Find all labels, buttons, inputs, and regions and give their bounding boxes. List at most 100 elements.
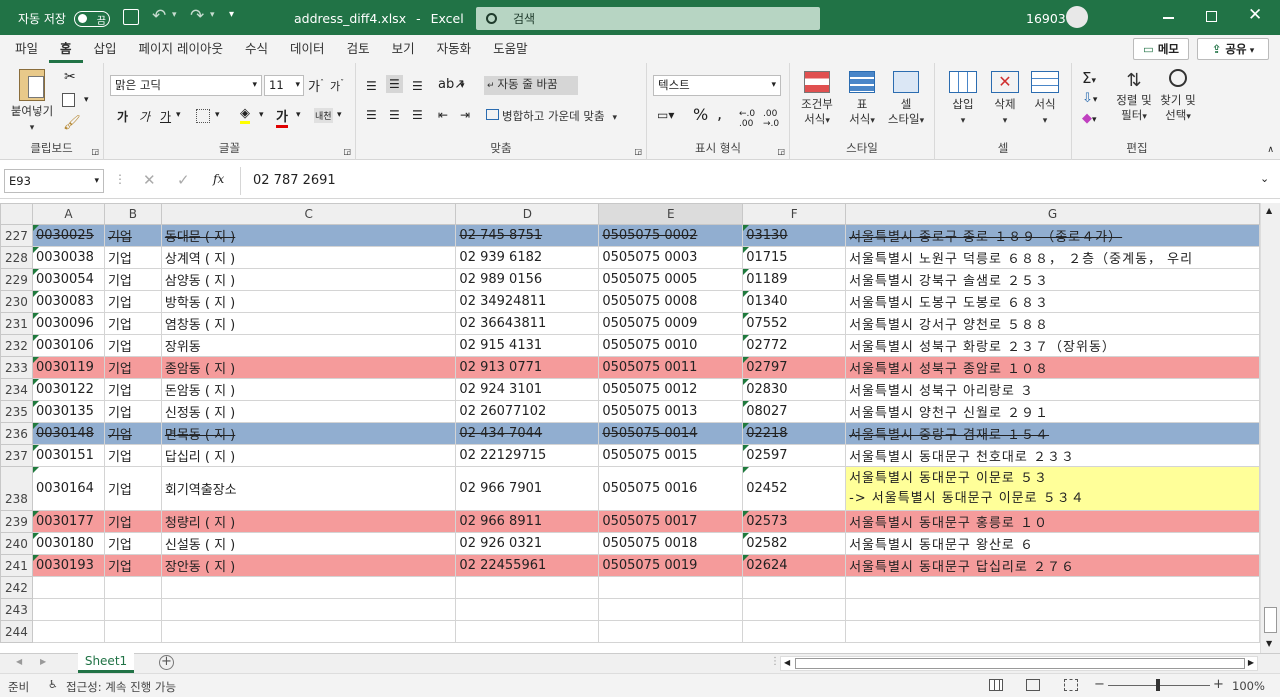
avatar[interactable] xyxy=(1066,6,1088,28)
cell[interactable] xyxy=(31,620,105,643)
font-color-icon[interactable]: 가 xyxy=(276,106,288,128)
cell[interactable]: 서울특별시 성북구 아리랑로 ３ xyxy=(845,378,1260,401)
cell[interactable]: 서울특별시 노원구 덕릉로 ６８８， ２층（중계동， 우리 xyxy=(845,246,1260,269)
cell[interactable] xyxy=(160,576,457,599)
horizontal-scrollbar[interactable]: ◀ ▶ xyxy=(780,656,1258,671)
cell[interactable] xyxy=(742,598,847,621)
cell[interactable] xyxy=(845,598,1260,621)
tab-automate[interactable]: 자동화 xyxy=(426,35,483,63)
cancel-icon[interactable]: ✕ xyxy=(143,171,156,189)
cell[interactable]: 0030151 xyxy=(31,444,105,467)
cell[interactable]: 02218 xyxy=(742,422,847,445)
cell[interactable]: 서울특별시 성북구 화랑로 ２３７（장위동） xyxy=(845,334,1260,357)
cell[interactable]: 01340 xyxy=(742,290,847,313)
paste-button[interactable]: 붙여넣기 ▾ xyxy=(8,69,56,136)
tab-formulas[interactable]: 수식 xyxy=(234,35,279,63)
format-painter-icon[interactable]: 🖌 xyxy=(63,115,81,131)
cell[interactable]: 02 434 7044 xyxy=(455,422,600,445)
cell[interactable] xyxy=(103,576,162,599)
zoom-slider-thumb[interactable] xyxy=(1156,679,1160,691)
cell[interactable]: 염창동 ( 지 ) xyxy=(160,312,457,335)
increase-decimal-icon[interactable]: ←.0.00 xyxy=(739,109,755,129)
vertical-scrollbar[interactable]: ▲ ▼ xyxy=(1260,203,1280,653)
cell[interactable]: 기업 xyxy=(103,510,162,533)
cell[interactable]: 0030106 xyxy=(31,334,105,357)
tab-insert[interactable]: 삽입 xyxy=(83,35,128,63)
insert-function-icon[interactable]: fx xyxy=(213,172,224,186)
cell[interactable] xyxy=(845,576,1260,599)
column-header-b[interactable]: B xyxy=(103,203,162,225)
cell[interactable]: 02830 xyxy=(742,378,847,401)
expand-formula-icon[interactable]: ⌄ xyxy=(1260,172,1269,185)
cell[interactable]: 02 924 3101 xyxy=(455,378,600,401)
scroll-down-icon[interactable]: ▼ xyxy=(1266,639,1272,648)
cell[interactable] xyxy=(455,598,600,621)
merge-center-button[interactable]: 병합하고 가운데 맞춤 ▾ xyxy=(486,109,636,126)
add-sheet-icon[interactable]: + xyxy=(159,655,174,670)
row-header[interactable]: 243 xyxy=(0,598,33,621)
cell[interactable]: 기업 xyxy=(103,466,162,511)
row-header[interactable]: 227 xyxy=(0,224,33,247)
cell[interactable] xyxy=(103,620,162,643)
cell[interactable]: 0505075 0016 xyxy=(598,466,744,511)
scroll-thumb[interactable] xyxy=(1264,607,1277,633)
cell[interactable] xyxy=(598,598,744,621)
cell[interactable] xyxy=(160,620,457,643)
zoom-level[interactable]: 100% xyxy=(1232,679,1265,693)
fill-color-icon[interactable]: ◈ xyxy=(240,106,250,124)
row-header[interactable]: 231 xyxy=(0,312,33,335)
cell[interactable]: 02 939 6182 xyxy=(455,246,600,269)
border-icon[interactable] xyxy=(196,109,210,123)
cell[interactable]: 회기역출장소 xyxy=(160,466,457,511)
cell[interactable]: 02 915 4131 xyxy=(455,334,600,357)
cell[interactable]: 서울특별시 동대문구 홍릉로 １０ xyxy=(845,510,1260,533)
decrease-font-icon[interactable]: 가ˇ xyxy=(330,78,344,94)
row-header[interactable]: 229 xyxy=(0,268,33,291)
cell-table[interactable]: A B C D E F G 227 0030025 기업 동대문 ( 지 ) 02 74… xyxy=(0,203,1260,643)
cell[interactable]: 기업 xyxy=(103,422,162,445)
cell[interactable]: 장안동 ( 지 ) xyxy=(160,554,457,577)
cell[interactable]: 0030177 xyxy=(31,510,105,533)
cell[interactable]: 0505075 0015 xyxy=(598,444,744,467)
cell[interactable]: 동대문 ( 지 ) xyxy=(160,224,457,247)
cell[interactable]: 답십리 ( 지 ) xyxy=(160,444,457,467)
sort-filter-button[interactable]: ⇅ 정렬 및 필터▾ xyxy=(1112,69,1156,125)
row-header[interactable]: 237 xyxy=(0,444,33,467)
collapse-ribbon-icon[interactable]: ∧ xyxy=(1267,145,1274,155)
copy-icon[interactable] xyxy=(62,93,75,107)
tab-file[interactable]: 파일 xyxy=(4,35,49,63)
row-header[interactable]: 239 xyxy=(0,510,33,533)
row-header[interactable]: 232 xyxy=(0,334,33,357)
cell[interactable]: 02 36643811 xyxy=(455,312,600,335)
row-header[interactable]: 228 xyxy=(0,246,33,269)
font-name-select[interactable]: 맑은 고딕 ▾ xyxy=(110,75,262,96)
cell[interactable]: 서울특별시 도봉구 도봉로 ６８３ xyxy=(845,290,1260,313)
cell[interactable]: 0030025 xyxy=(31,224,105,247)
cell[interactable]: 기업 xyxy=(103,554,162,577)
zoom-out-icon[interactable]: − xyxy=(1094,677,1105,692)
format-as-table-button[interactable]: 표 서식▾ xyxy=(842,71,882,129)
undo-icon[interactable]: ↶ xyxy=(152,6,166,26)
chevron-down-icon[interactable]: ▾ xyxy=(337,110,342,120)
cell[interactable]: 08027 xyxy=(742,400,847,423)
autosum-icon[interactable]: Σ▾ xyxy=(1082,69,1096,87)
cell[interactable]: 02452 xyxy=(742,466,847,511)
column-header-e[interactable]: E xyxy=(598,203,744,225)
cell-styles-button[interactable]: 셀 스타일▾ xyxy=(882,71,930,129)
cell[interactable] xyxy=(31,576,105,599)
cell[interactable] xyxy=(31,598,105,621)
cell[interactable]: 02 26077102 xyxy=(455,400,600,423)
cell[interactable]: 0505075 0013 xyxy=(598,400,744,423)
increase-font-icon[interactable]: 가ˆ xyxy=(308,76,324,95)
maximize-icon[interactable] xyxy=(1206,11,1217,22)
save-icon[interactable] xyxy=(123,9,139,25)
sheet-tab[interactable]: Sheet1 xyxy=(78,653,134,673)
cell[interactable]: 서울특별시 강북구 솔샘로 ２５３ xyxy=(845,268,1260,291)
cell[interactable]: 0505075 0011 xyxy=(598,356,744,379)
chevron-down-icon[interactable]: ▾ xyxy=(296,110,301,120)
user-name[interactable]: 16903 xyxy=(1026,11,1066,26)
cell[interactable]: 서울특별시 종로구 종로 １８９ （종로４가） xyxy=(845,224,1260,247)
conditional-formatting-button[interactable]: 조건부 서식▾ xyxy=(794,71,840,129)
cell[interactable]: 02 22455961 xyxy=(455,554,600,577)
cell[interactable]: 0030193 xyxy=(31,554,105,577)
